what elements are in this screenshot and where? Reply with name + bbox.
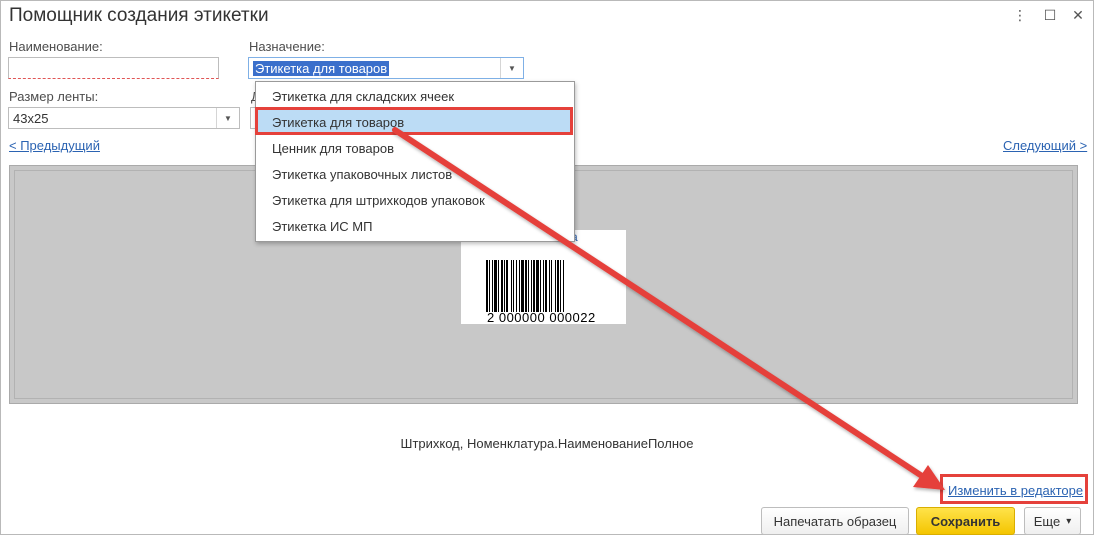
maximize-icon[interactable]: ☐ [1041, 6, 1059, 24]
annotation-highlight-edit-link [940, 474, 1088, 504]
dropdown-option[interactable]: Этикетка упаковочных листов [257, 161, 573, 187]
barcode-space [564, 260, 565, 312]
chevron-down-icon[interactable]: ▼ [500, 58, 523, 78]
prev-link[interactable]: < Предыдущий [9, 138, 100, 153]
purpose-dropdown-list[interactable]: Этикетка для складских ячеек Этикетка дл… [255, 81, 575, 242]
more-button-label: Еще [1033, 513, 1061, 529]
purpose-select-value: Этикетка для товаров [253, 61, 390, 76]
name-input[interactable] [8, 57, 219, 79]
save-button[interactable]: Сохранить [916, 507, 1015, 535]
print-sample-button[interactable]: Напечатать образец [761, 507, 909, 535]
tape-size-select[interactable]: 43x25 ▼ [8, 107, 240, 129]
dropdown-option[interactable]: Ценник для товаров [257, 135, 573, 161]
tape-size-label: Размер ленты: [9, 89, 99, 104]
purpose-select[interactable]: Этикетка для товаров ▼ [248, 57, 524, 79]
purpose-label: Назначение: [249, 39, 325, 54]
window-title: Помощник создания этикетки [9, 5, 269, 26]
template-fields-text: Штрихкод, Номенклатура.НаименованиеПолно… [400, 436, 694, 451]
name-label: Наименование: [9, 39, 103, 54]
close-icon[interactable]: ✕ [1069, 6, 1087, 24]
tape-size-value: 43x25 [13, 111, 49, 126]
chevron-down-icon[interactable]: ▼ [216, 108, 239, 128]
more-button[interactable]: Еще ▾ [1024, 507, 1081, 535]
dropdown-option[interactable]: Этикетка для штрихкодов упаковок [257, 187, 573, 213]
barcode-image [486, 260, 590, 312]
more-menu-icon[interactable]: ⋮ [1011, 6, 1029, 24]
chevron-down-icon: ▾ [1066, 515, 1072, 527]
barcode-number: 2 000000 000022 [487, 310, 596, 325]
dropdown-option[interactable]: Этикетка для складских ячеек [257, 83, 573, 109]
next-link[interactable]: Следующий > [1003, 138, 1087, 153]
dropdown-option[interactable]: Этикетка ИС МП [257, 213, 573, 239]
annotation-highlight-option [255, 107, 573, 135]
